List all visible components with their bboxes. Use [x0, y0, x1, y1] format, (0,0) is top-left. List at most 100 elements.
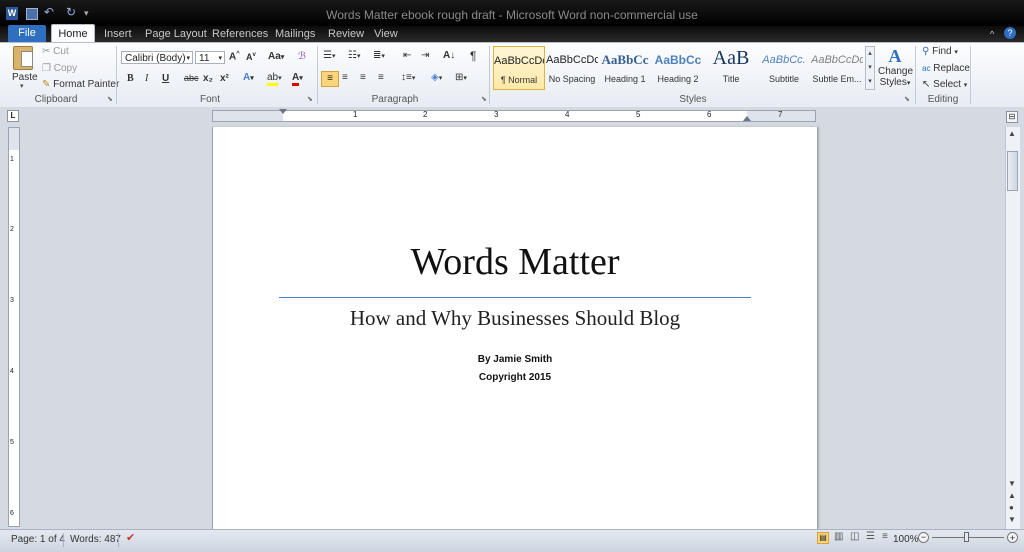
style-subtitle[interactable]: AaBbCc. Subtitle	[758, 46, 810, 90]
dialog-launcher-icon[interactable]: ⬊	[107, 95, 113, 103]
zoom-slider-thumb[interactable]	[964, 532, 969, 542]
ruler-number: 1	[353, 110, 358, 119]
document-subtitle[interactable]: How and Why Businesses Should Blog	[213, 305, 817, 331]
sort-icon[interactable]: A↓	[443, 50, 455, 61]
ruler-number: 3	[494, 110, 499, 119]
tab-selector-icon[interactable]: L	[7, 110, 19, 122]
increase-indent-icon[interactable]: ⇥	[421, 50, 429, 61]
paste-button[interactable]: Paste ▾	[10, 46, 38, 90]
bullets-icon[interactable]: ☰▾	[323, 50, 335, 61]
chevron-down-icon: ▾	[20, 83, 24, 90]
change-case-button[interactable]: Aa▾	[268, 51, 284, 62]
shading-icon[interactable]: ◈▾	[431, 72, 442, 83]
print-layout-view-icon[interactable]: ▤	[817, 532, 829, 544]
vertical-scrollbar[interactable]: ▲ ▼ ▲ ● ▼	[1005, 127, 1020, 529]
document-copyright[interactable]: Copyright 2015	[213, 372, 817, 383]
select-button[interactable]: ↖ Select ▾	[922, 79, 967, 90]
font-color-icon[interactable]: A▾	[292, 72, 303, 86]
tab-page-layout[interactable]: Page Layout	[145, 26, 207, 42]
editing-group-label: Editing	[927, 94, 959, 105]
bold-button[interactable]: B	[127, 73, 134, 84]
minimize-ribbon-icon[interactable]: ^	[990, 29, 994, 39]
cut-button[interactable]: ✂ Cut	[42, 46, 69, 57]
font-size-select[interactable]: 11 ▾	[195, 51, 225, 64]
style-no-spacing[interactable]: AaBbCcDc No Spacing	[546, 46, 598, 90]
underline-button[interactable]: U	[162, 73, 169, 84]
tab-view[interactable]: View	[374, 26, 398, 42]
highlight-color-icon[interactable]: ab▾	[267, 72, 282, 86]
line-spacing-icon[interactable]: ↕≡▾	[401, 72, 415, 83]
dialog-launcher-icon[interactable]: ⬊	[307, 95, 313, 103]
right-indent-marker-icon[interactable]	[743, 116, 751, 121]
web-layout-icon[interactable]: ◫	[850, 531, 859, 542]
browse-object-icon[interactable]: ●	[1009, 503, 1014, 512]
decrease-indent-icon[interactable]: ⇤	[403, 50, 411, 61]
dialog-launcher-icon[interactable]: ⬊	[481, 95, 487, 103]
scroll-thumb[interactable]	[1007, 151, 1018, 191]
tab-file[interactable]: File	[8, 25, 46, 42]
style-heading-2[interactable]: AaBbCc Heading 2	[652, 46, 704, 90]
align-right-icon[interactable]: ≡	[360, 72, 366, 83]
align-left-button[interactable]: ≡	[321, 71, 339, 87]
strikethrough-button[interactable]: abc	[184, 73, 199, 83]
zoom-slider[interactable]	[932, 532, 1004, 542]
save-icon[interactable]	[26, 8, 38, 20]
word-icon[interactable]: W	[6, 7, 18, 20]
scroll-up-icon[interactable]: ▲	[1008, 129, 1016, 138]
tab-home[interactable]: Home	[51, 24, 95, 44]
style-heading-1[interactable]: AaBbCc Heading 1	[599, 46, 651, 90]
style-title[interactable]: AaB Title	[705, 46, 757, 90]
find-button[interactable]: ⚲ Find ▾	[922, 46, 958, 57]
zoom-level[interactable]: 100%	[893, 533, 919, 547]
quick-access-dropdown-icon[interactable]: ▾	[84, 8, 89, 19]
multilevel-list-icon[interactable]: ≣▾	[373, 50, 385, 61]
show-formatting-icon[interactable]: ¶	[470, 49, 476, 63]
style-normal[interactable]: AaBbCcDc ¶ Normal	[493, 46, 545, 90]
horizontal-ruler[interactable]: 1 2 3 4 5 6 7	[212, 109, 816, 122]
dialog-launcher-icon[interactable]: ⬊	[904, 95, 910, 103]
shrink-font-icon[interactable]: Av	[246, 52, 256, 62]
previous-page-icon[interactable]: ▲	[1008, 491, 1016, 500]
help-icon[interactable]: ?	[1004, 27, 1016, 39]
borders-icon[interactable]: ⊞▾	[455, 72, 467, 83]
draft-view-icon[interactable]: ≡	[882, 531, 888, 542]
vertical-ruler[interactable]: 1 2 3 4 5 6	[8, 127, 20, 527]
word-count[interactable]: Words: 487	[70, 533, 121, 547]
redo-icon[interactable]: ↻	[66, 5, 76, 19]
align-center-icon[interactable]: ≡	[342, 72, 348, 83]
grow-font-icon[interactable]: A^	[229, 51, 240, 62]
superscript-button[interactable]: x²	[220, 73, 229, 84]
justify-icon[interactable]: ≡	[378, 72, 384, 83]
scroll-down-icon[interactable]: ▼	[1008, 479, 1016, 488]
format-painter-button[interactable]: ✎ Format Painter	[42, 79, 119, 90]
italic-button[interactable]: I	[145, 73, 148, 84]
view-ruler-icon[interactable]: ⊟	[1006, 111, 1018, 123]
ruler-number: 2	[10, 226, 14, 233]
zoom-in-icon[interactable]: +	[1007, 532, 1018, 543]
text-effects-icon[interactable]: A▾	[243, 72, 254, 83]
clear-formatting-icon[interactable]: ℬ	[298, 51, 306, 62]
replace-button[interactable]: ac Replace	[922, 63, 970, 74]
document-page[interactable]: Words Matter How and Why Businesses Shou…	[212, 127, 818, 529]
change-styles-button[interactable]: A Change Styles▾	[878, 46, 913, 90]
zoom-out-icon[interactable]: −	[918, 532, 929, 543]
style-subtle-emphasis[interactable]: AaBbCcDc Subtle Em...	[811, 46, 863, 90]
page-count[interactable]: Page: 1 of 4	[11, 533, 65, 547]
indent-marker-icon[interactable]	[279, 109, 287, 114]
tab-insert[interactable]: Insert	[104, 26, 132, 42]
tab-references[interactable]: References	[212, 26, 268, 42]
proofing-icon[interactable]: ✔	[126, 531, 135, 544]
subscript-button[interactable]: x₂	[203, 73, 213, 84]
font-name-select[interactable]: Calibri (Body) ▾	[121, 51, 193, 64]
styles-scroll[interactable]: ▴ ▾ ▾	[865, 46, 875, 90]
document-title[interactable]: Words Matter	[213, 239, 817, 285]
next-page-icon[interactable]: ▼	[1008, 515, 1016, 524]
tab-review[interactable]: Review	[328, 26, 364, 42]
outline-view-icon[interactable]: ☰	[866, 531, 875, 542]
tab-mailings[interactable]: Mailings	[275, 26, 315, 42]
copy-button[interactable]: ❐ Copy	[42, 63, 77, 74]
undo-icon[interactable]: ↶	[44, 5, 54, 19]
full-screen-reading-icon[interactable]: ▥	[834, 531, 843, 542]
numbering-icon[interactable]: ☷▾	[348, 50, 360, 61]
document-author[interactable]: By Jamie Smith	[213, 354, 817, 365]
